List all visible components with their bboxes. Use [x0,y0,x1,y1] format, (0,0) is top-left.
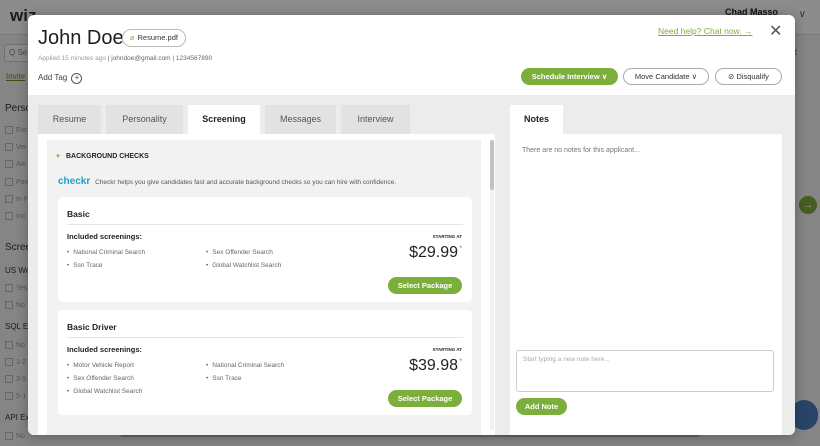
candidate-phone: 1234567890 [175,55,213,62]
screening-item: National Criminal Search [206,362,284,369]
scrollbar-thumb[interactable] [490,140,494,190]
section-header[interactable]: ▼ BACKGROUND CHECKS [55,153,149,160]
candidate-name: John Doe [38,27,124,49]
modal-body: Resume Personality Screening Messages In… [28,95,795,435]
provider-description: checkr Checkr helps you give candidates … [58,176,396,187]
resume-filename: Resume.pdf [137,33,178,42]
candidate-modal: John Doe ⌀ Resume.pdf Applied 15 minutes … [28,15,795,435]
included-label: Included screenings: [67,232,143,241]
background-checks-section: ▼ BACKGROUND CHECKS checkr Checkr helps y… [47,140,481,435]
close-icon[interactable]: ✕ [769,21,782,41]
plus-circle-icon: + [71,73,83,84]
help-chat-link[interactable]: Need help? Chat now. → [658,26,753,36]
empty-notes-text: There are no notes for this applicant... [522,147,640,154]
package-name: Basic [67,209,90,219]
move-candidate-button[interactable]: Move Candidate ∨ [623,68,709,85]
select-package-button[interactable]: Select Package [388,390,462,407]
add-tag-button[interactable]: Add Tag + [38,73,83,84]
divider [67,224,463,225]
checkr-logo: checkr [58,176,91,187]
notes-panel: There are no notes for this applicant...… [510,134,782,435]
starting-at-label: STARTING AT [432,347,462,352]
applicant-meta: Applied 15 minutes ago | johndoe@gmail.c… [38,55,212,62]
screening-item: Ssn Trace [206,375,241,382]
tab-messages[interactable]: Messages [265,105,336,134]
screening-item: Global Watchlist Search [206,262,281,269]
package-name: Basic Driver [67,322,117,332]
modal-header: John Doe ⌀ Resume.pdf Applied 15 minutes … [28,15,795,95]
new-note-input[interactable] [516,350,774,392]
candidate-email[interactable]: johndoe@gmail.com [111,55,170,62]
screening-item: Global Watchlist Search [67,388,142,395]
screening-item: Sex Offender Search [206,249,273,256]
screening-item: Sex Offender Search [67,375,134,382]
tab-interview[interactable]: Interview [341,105,410,134]
tab-personality[interactable]: Personality [106,105,183,134]
screening-item: Motor Vehicle Report [67,362,134,369]
section-title: BACKGROUND CHECKS [65,153,149,160]
add-tag-label: Add Tag [38,73,68,82]
starting-at-label: STARTING AT [432,234,462,239]
provider-text: Checkr helps you give candidates fast an… [95,179,397,186]
select-package-button[interactable]: Select Package [388,277,462,294]
package-price: $29.99 [409,244,458,261]
screening-item: Ssn Trace [67,262,102,269]
screening-panel: ▼ BACKGROUND CHECKS checkr Checkr helps y… [38,134,495,435]
package-card: Basic Driver Included screenings: STARTI… [58,310,472,415]
add-note-button[interactable]: Add Note [516,398,567,415]
applied-time: Applied 15 minutes ago [38,55,106,62]
divider [67,337,463,338]
included-label: Included screenings: [67,345,143,354]
tab-resume[interactable]: Resume [38,105,101,134]
caret-down-icon: ▼ [55,154,61,160]
paperclip-icon: ⌀ [130,33,135,42]
schedule-interview-button[interactable]: Schedule Interview ∨ [521,68,618,85]
package-card: Basic Included screenings: STARTING AT N… [58,197,472,302]
tab-notes[interactable]: Notes [510,105,563,134]
package-price: $39.98 [409,357,458,374]
screening-item: National Criminal Search [67,249,145,256]
tab-screening[interactable]: Screening [188,105,260,134]
disqualify-button[interactable]: ⊘ Disqualify [715,68,782,85]
price-footnote: * [459,246,462,252]
price-footnote: * [459,359,462,365]
resume-pill[interactable]: ⌀ Resume.pdf [122,29,186,47]
